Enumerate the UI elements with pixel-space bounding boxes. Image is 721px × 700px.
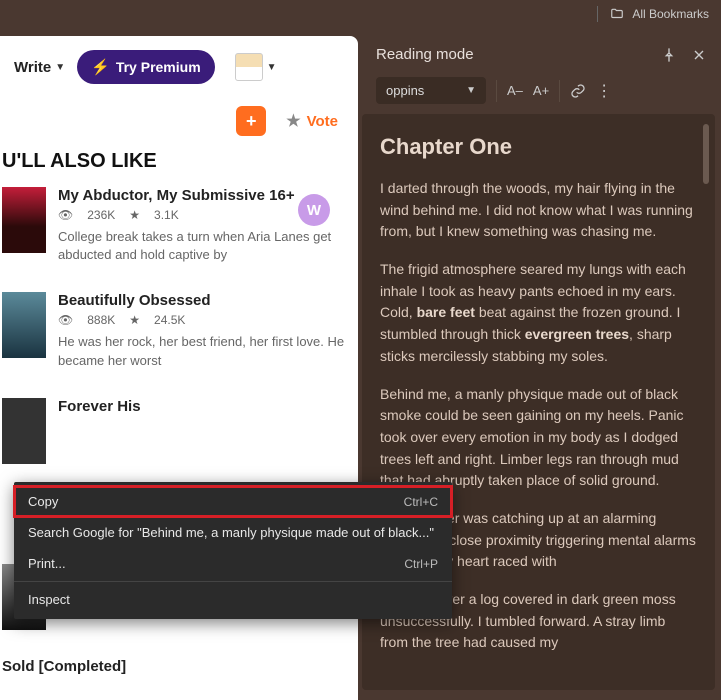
book-title: Forever His (58, 398, 141, 415)
context-search[interactable]: Search Google for "Behind me, a manly ph… (14, 517, 452, 548)
try-premium-button[interactable]: ⚡ Try Premium (77, 50, 215, 84)
link-icon[interactable] (570, 83, 586, 99)
write-button[interactable]: Write ▼ (14, 59, 65, 76)
chevron-down-icon: ▼ (267, 62, 277, 73)
book-desc: College break takes a turn when Aria Lan… (58, 228, 354, 264)
paragraph: I darted through the woods, my hair flyi… (380, 178, 697, 243)
separator (14, 581, 452, 582)
reading-mode-title: Reading mode (376, 46, 474, 63)
list-item[interactable]: Sold [Completed] (2, 658, 354, 679)
paragraph: The frigid atmosphere seared my lungs wi… (380, 259, 697, 367)
close-icon[interactable] (691, 47, 707, 63)
context-menu: Copy Ctrl+C Search Google for "Behind me… (14, 482, 452, 619)
scrollbar[interactable] (703, 124, 709, 184)
context-inspect[interactable]: Inspect (14, 584, 452, 615)
views-icon: 👁 (58, 208, 73, 222)
context-copy[interactable]: Copy Ctrl+C (14, 486, 452, 517)
section-title: U'LL ALSO LIKE (0, 150, 358, 187)
pin-icon[interactable] (661, 47, 677, 63)
star-icon: ★ (129, 208, 140, 222)
bookmarks-link[interactable]: All Bookmarks (632, 7, 709, 21)
book-cover (2, 187, 46, 253)
chevron-down-icon: ▼ (55, 62, 65, 73)
font-decrease-button[interactable]: A– (507, 83, 523, 98)
star-icon: ★ (286, 111, 300, 131)
font-increase-button[interactable]: A+ (533, 83, 549, 98)
list-item[interactable]: Beautifully Obsessed 👁888K ★24.5K He was… (2, 292, 354, 369)
add-button[interactable]: + (236, 106, 266, 136)
book-title: Sold [Completed] (2, 658, 126, 675)
wattpad-badge[interactable]: W (298, 194, 330, 226)
user-menu[interactable]: ▼ (235, 53, 277, 81)
chapter-title: Chapter One (380, 134, 697, 160)
context-print[interactable]: Print... Ctrl+P (14, 548, 452, 579)
avatar (235, 53, 263, 81)
book-cover (2, 292, 46, 358)
star-icon: ★ (129, 313, 140, 327)
folder-icon (610, 7, 624, 21)
kebab-icon[interactable]: ⋮ (596, 81, 612, 101)
chevron-down-icon: ▼ (466, 85, 476, 96)
book-title: Beautifully Obsessed (58, 292, 354, 309)
vote-button[interactable]: ★ Vote (286, 111, 338, 131)
book-desc: He was her rock, her best friend, her fi… (58, 333, 354, 369)
views-icon: 👁 (58, 313, 73, 327)
book-cover (2, 398, 46, 464)
lightning-icon: ⚡ (91, 58, 110, 76)
list-item[interactable]: Forever His (2, 398, 354, 464)
paragraph: Behind me, a manly physique made out of … (380, 384, 697, 492)
font-select[interactable]: oppins ▼ (376, 77, 486, 104)
